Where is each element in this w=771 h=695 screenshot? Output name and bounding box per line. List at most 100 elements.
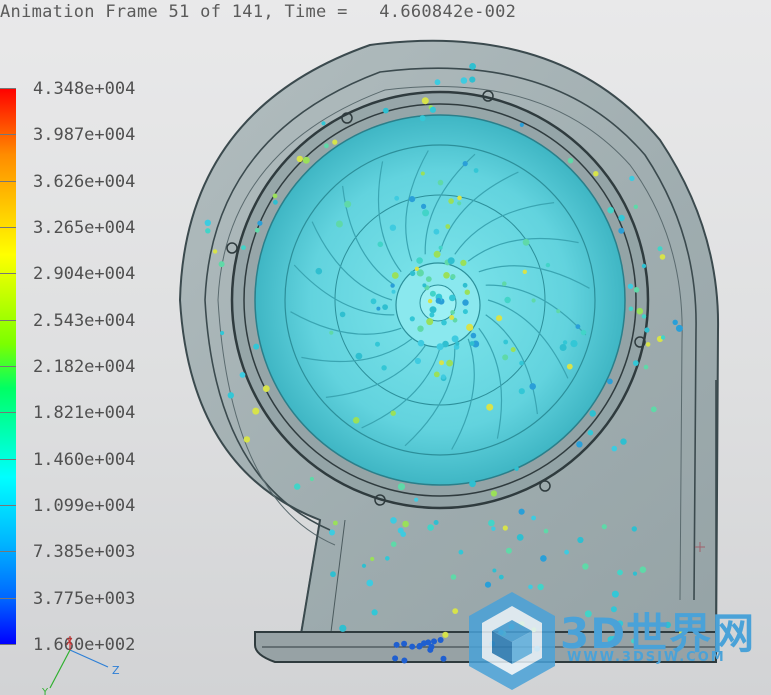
flow-particle [462, 282, 468, 288]
flow-particle [434, 79, 441, 86]
flow-particle [390, 541, 397, 547]
flow-particle [449, 294, 456, 302]
flow-particle [636, 307, 644, 315]
flow-particle [422, 209, 430, 217]
flow-particle [519, 360, 524, 366]
flow-particle [436, 343, 444, 351]
flow-particle [675, 324, 683, 332]
flow-particle [391, 289, 396, 294]
flow-particle [643, 364, 649, 370]
flow-particle [491, 526, 496, 531]
flow-particle [451, 335, 459, 343]
flow-particle [302, 156, 310, 164]
flow-particle [401, 657, 408, 664]
flow-particle [422, 283, 427, 288]
flow-particle [394, 195, 400, 201]
flow-particle [570, 340, 578, 348]
flow-particle [503, 339, 509, 345]
flow-particle [484, 581, 492, 588]
flow-particle [335, 220, 343, 228]
flow-particle [641, 263, 647, 269]
flow-particle [409, 316, 415, 322]
flow-particle [253, 343, 260, 350]
flow-particle [390, 283, 395, 288]
flow-particle [416, 643, 423, 650]
flow-particle [435, 297, 442, 304]
flow-particle [257, 220, 263, 226]
flow-particle [370, 298, 377, 305]
flow-particle [427, 524, 434, 531]
flow-particle [429, 312, 435, 318]
flow-particle [620, 438, 627, 445]
flow-particle [460, 77, 468, 84]
flow-particle [437, 637, 444, 643]
flow-particle [344, 200, 352, 208]
flow-particle [205, 228, 211, 234]
flow-particle [252, 407, 260, 415]
flow-particle [204, 219, 211, 226]
flow-particle [576, 441, 583, 448]
flow-particle [582, 563, 589, 570]
flow-particle [339, 624, 347, 632]
flow-particle [462, 309, 468, 315]
flow-particle [366, 579, 374, 587]
flow-particle [502, 281, 507, 287]
flow-particle [382, 304, 388, 310]
flow-particle [607, 378, 613, 385]
flow-particle [633, 204, 638, 209]
flow-particle [361, 563, 367, 568]
flow-particle [486, 403, 494, 411]
flow-particle [505, 547, 512, 554]
flow-particle [315, 267, 323, 275]
flow-particle [522, 269, 527, 274]
triad-y-label: Y [41, 687, 49, 695]
flow-particle [449, 315, 455, 320]
flow-particle [450, 310, 455, 315]
flow-particle [490, 490, 497, 497]
flow-particle [390, 517, 397, 524]
flow-particle [457, 201, 462, 206]
flow-particle [618, 214, 625, 222]
flow-particle [419, 115, 426, 122]
flow-particle [440, 655, 447, 662]
flow-particle [433, 371, 440, 378]
flow-particle [611, 445, 618, 452]
flow-particle [462, 161, 468, 167]
flow-particle [420, 171, 425, 176]
flow-particle [212, 249, 218, 254]
flow-particle [562, 340, 568, 345]
flow-particle [458, 549, 464, 555]
flow-particle [397, 483, 406, 491]
flow-particle [391, 272, 399, 279]
flow-particle [441, 374, 446, 380]
flow-particle [243, 436, 251, 443]
flow-particle [393, 641, 400, 648]
flow-particle [470, 332, 477, 339]
flow-particle [618, 227, 625, 234]
flow-particle [441, 319, 447, 326]
flow-particle [657, 246, 663, 252]
flow-particle [564, 549, 569, 555]
flow-particle [628, 306, 634, 312]
flow-particle [633, 360, 639, 366]
flow-particle [371, 609, 378, 616]
flow-particle [466, 323, 474, 331]
flow-particle [593, 171, 599, 177]
flow-particle [531, 298, 536, 303]
triad-x-label: X [66, 637, 73, 648]
flow-particle [545, 262, 551, 268]
flow-particle [528, 584, 533, 590]
flow-particle [416, 257, 423, 264]
flow-particle [659, 254, 666, 260]
flow-particle [633, 287, 640, 293]
flow-particle [627, 283, 634, 289]
flow-particle [580, 329, 587, 336]
flow-particle [352, 417, 360, 424]
flow-particle [329, 529, 335, 536]
flow-particle [421, 203, 427, 209]
flow-particle [220, 330, 225, 336]
flow-particle [575, 324, 581, 329]
blower-model-viewport[interactable]: Z X Y [0, 0, 771, 695]
flow-particle [273, 199, 278, 205]
flow-particle [446, 359, 453, 367]
